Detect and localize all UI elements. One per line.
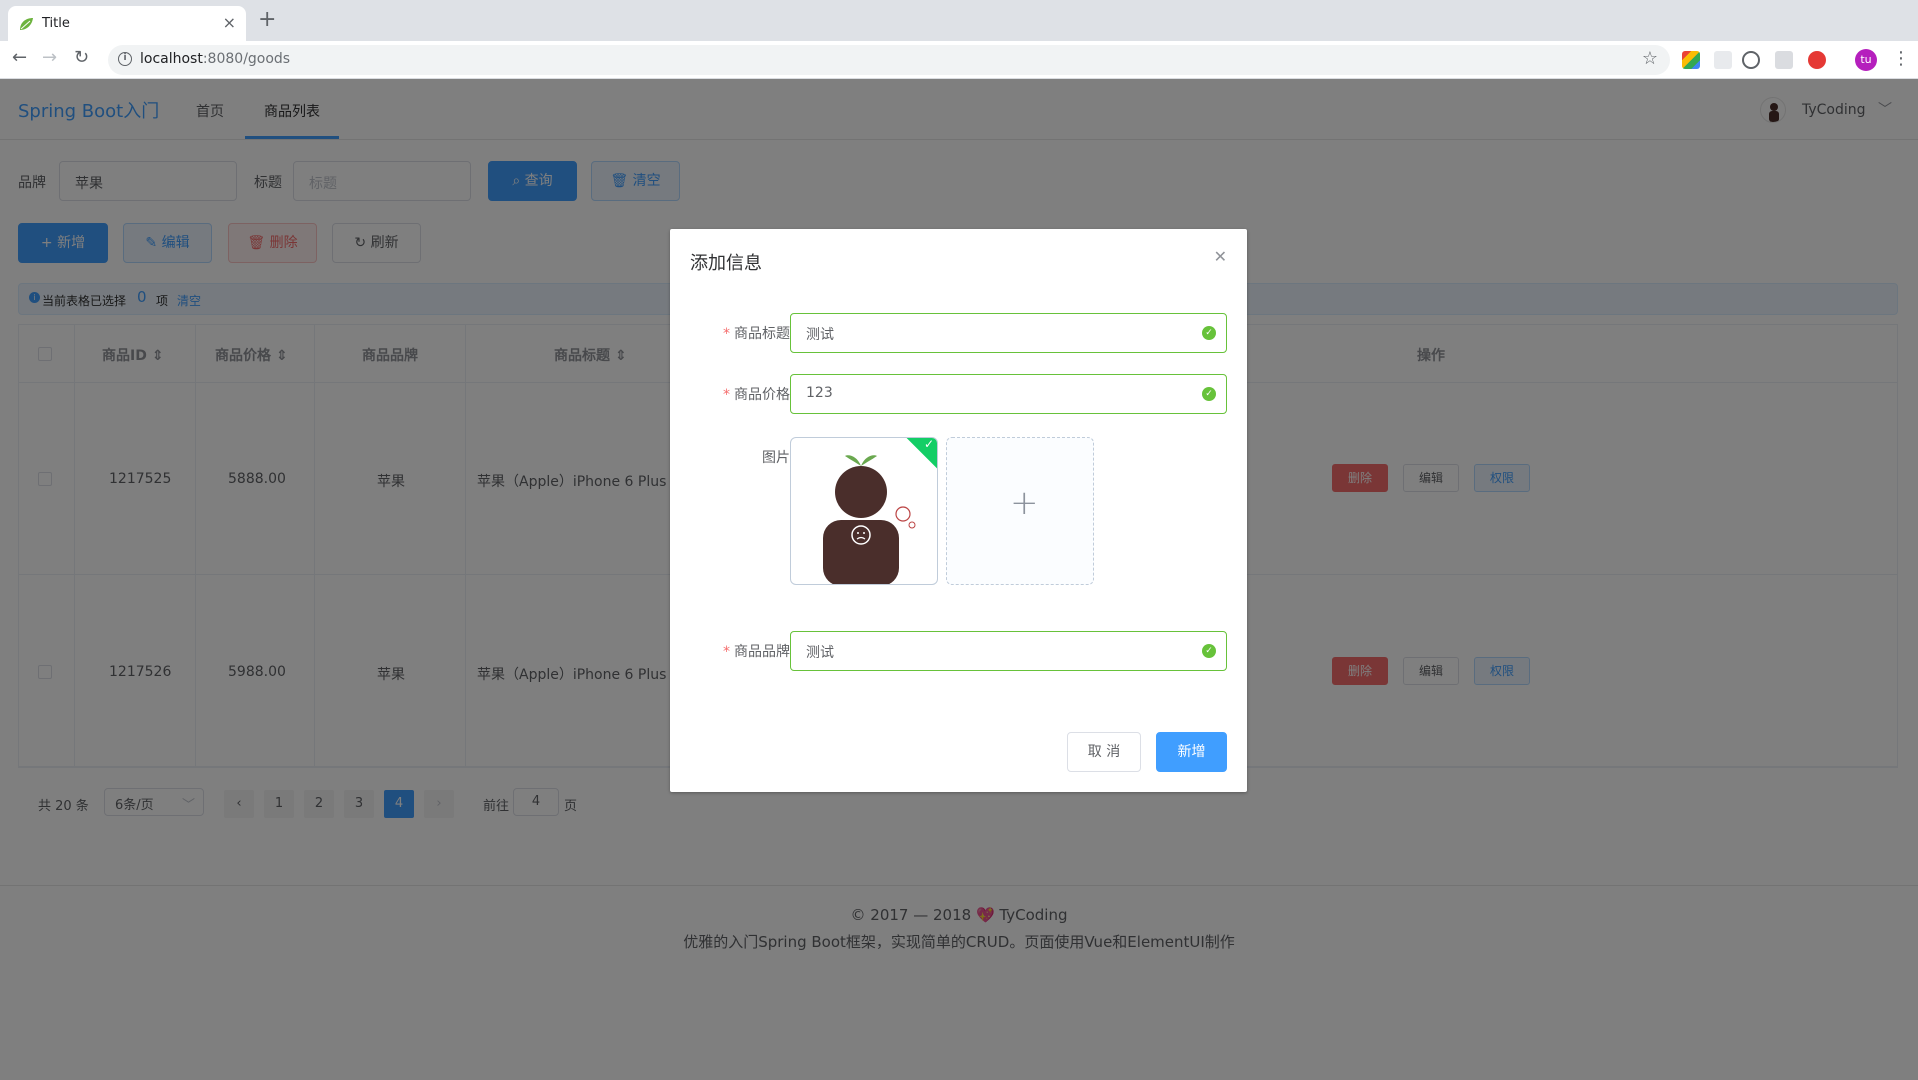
check-circle-icon: ✓ xyxy=(1202,387,1216,401)
check-circle-icon: ✓ xyxy=(1202,644,1216,658)
address-bar[interactable]: i localhost:8080/goods ☆ xyxy=(108,45,1670,75)
character-illustration-icon xyxy=(823,455,916,584)
goods-brand-label: * 商品品牌 xyxy=(723,644,790,660)
browser-tab[interactable]: Title × xyxy=(8,6,246,41)
bookmark-star-icon[interactable]: ☆ xyxy=(1642,48,1658,69)
extension-color-icon[interactable] xyxy=(1682,51,1700,69)
plus-icon: + xyxy=(1010,483,1039,523)
profile-avatar[interactable]: tu xyxy=(1855,49,1877,71)
check-circle-icon: ✓ xyxy=(1202,326,1216,340)
goods-title-input[interactable]: 测试 ✓ xyxy=(790,313,1227,353)
uploaded-image[interactable]: ✓ xyxy=(790,437,938,585)
dialog-title: 添加信息 xyxy=(690,253,762,274)
tab-title: Title xyxy=(42,16,70,31)
url-text: localhost:8080/goods xyxy=(140,51,291,67)
extension-gray-icon[interactable] xyxy=(1714,51,1732,69)
goods-price-label: * 商品价格 xyxy=(723,387,790,403)
image-label: 图片 xyxy=(762,450,790,466)
goods-price-input[interactable]: 123 ✓ xyxy=(790,374,1227,414)
browser-tab-strip: Title × + xyxy=(0,0,1918,41)
upload-add-button[interactable]: + xyxy=(946,437,1094,585)
cancel-button[interactable]: 取 消 xyxy=(1067,732,1141,772)
extension-clock-icon[interactable] xyxy=(1742,51,1760,69)
back-icon[interactable]: ← xyxy=(12,49,27,67)
goods-brand-input[interactable]: 测试 ✓ xyxy=(790,631,1227,671)
check-icon: ✓ xyxy=(923,437,934,451)
spring-leaf-icon xyxy=(20,18,33,30)
submit-add-button[interactable]: 新增 xyxy=(1156,732,1227,772)
reload-icon[interactable]: ↻ xyxy=(74,49,89,67)
add-goods-dialog: 添加信息 ✕ * 商品标题 测试 ✓ * 商品价格 123 ✓ 图片 ✓ + * 商品… xyxy=(670,229,1247,792)
close-icon[interactable]: ✕ xyxy=(1214,247,1227,266)
browser-menu-icon[interactable]: ⋮ xyxy=(1892,48,1910,69)
browser-toolbar: ← → ↻ i localhost:8080/goods ☆ tu ⋮ xyxy=(0,41,1918,79)
close-tab-icon[interactable]: × xyxy=(223,13,236,32)
forward-icon[interactable]: → xyxy=(42,49,57,67)
extension-grid-icon[interactable] xyxy=(1775,51,1793,69)
extension-red-icon[interactable] xyxy=(1808,51,1826,69)
new-tab-button[interactable]: + xyxy=(258,9,276,31)
site-info-icon[interactable]: i xyxy=(118,52,132,66)
goods-title-label: * 商品标题 xyxy=(723,326,790,342)
